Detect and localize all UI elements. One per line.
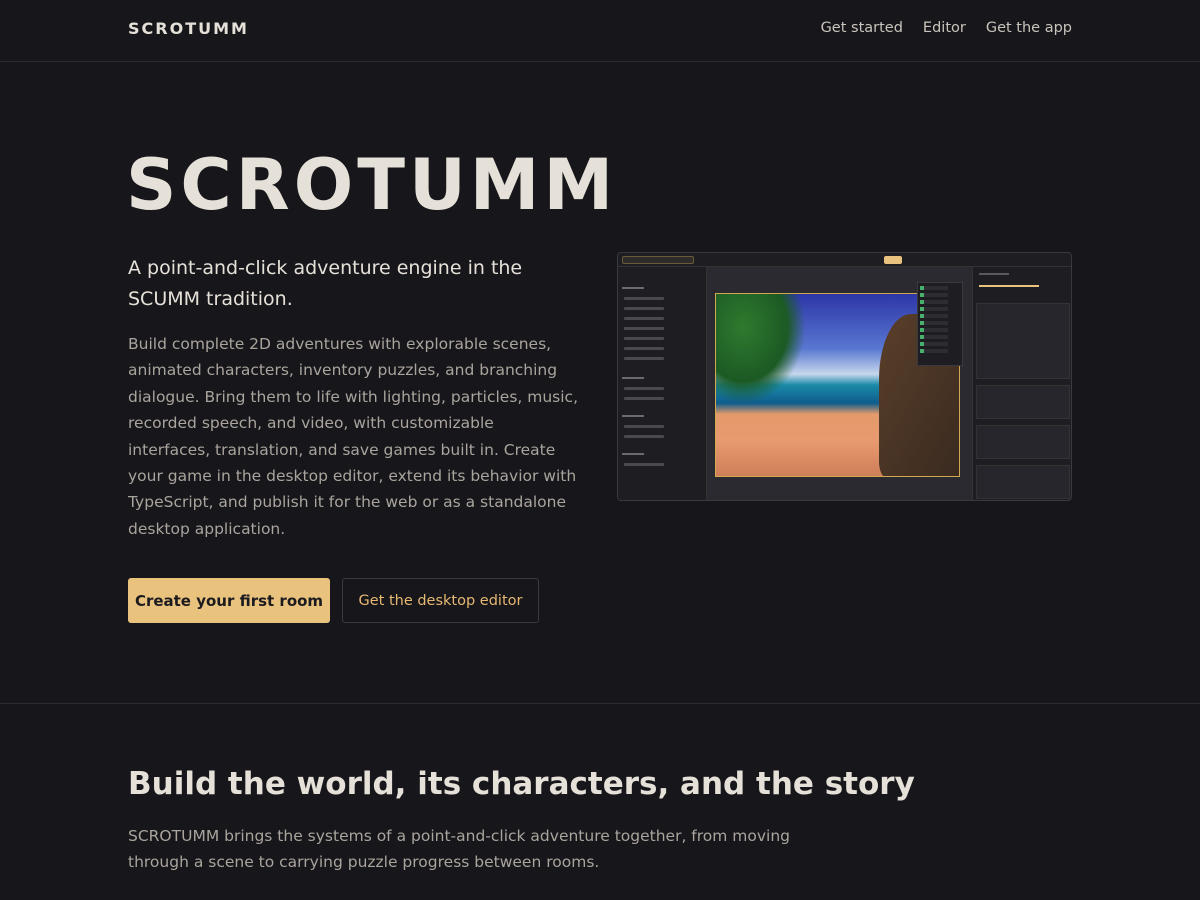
nav-link-get-started[interactable]: Get started	[821, 20, 903, 36]
editor-properties-panel	[972, 267, 1071, 500]
layer-visibility-list	[917, 282, 963, 366]
hero-title: SCROTUMM	[126, 144, 618, 226]
editor-scene-tree	[618, 267, 707, 500]
hero-subtitle: A point-and-click adventure engine in th…	[128, 257, 523, 310]
editor-canvas	[707, 267, 972, 500]
nav-links: Get started Editor Get the app	[821, 20, 1072, 36]
editor-toolbar	[618, 253, 1071, 267]
section-divider	[0, 703, 1200, 704]
get-desktop-editor-button[interactable]: Get the desktop editor	[342, 578, 539, 623]
brand-logo[interactable]: SCROTUMM	[128, 19, 249, 38]
scene-selector	[622, 256, 694, 264]
hero-description: Build complete 2D adventures with explor…	[128, 335, 578, 538]
nav-link-editor[interactable]: Editor	[923, 20, 966, 36]
create-first-room-button[interactable]: Create your first room	[128, 578, 330, 623]
top-nav: SCROTUMM Get started Editor Get the app	[0, 0, 1200, 62]
section-description: SCROTUMM brings the systems of a point-a…	[128, 827, 791, 872]
nav-link-get-the-app[interactable]: Get the app	[986, 20, 1072, 36]
section-title: Build the world, its characters, and the…	[128, 766, 915, 802]
play-button-preview	[884, 256, 902, 264]
editor-screenshot	[617, 252, 1072, 501]
